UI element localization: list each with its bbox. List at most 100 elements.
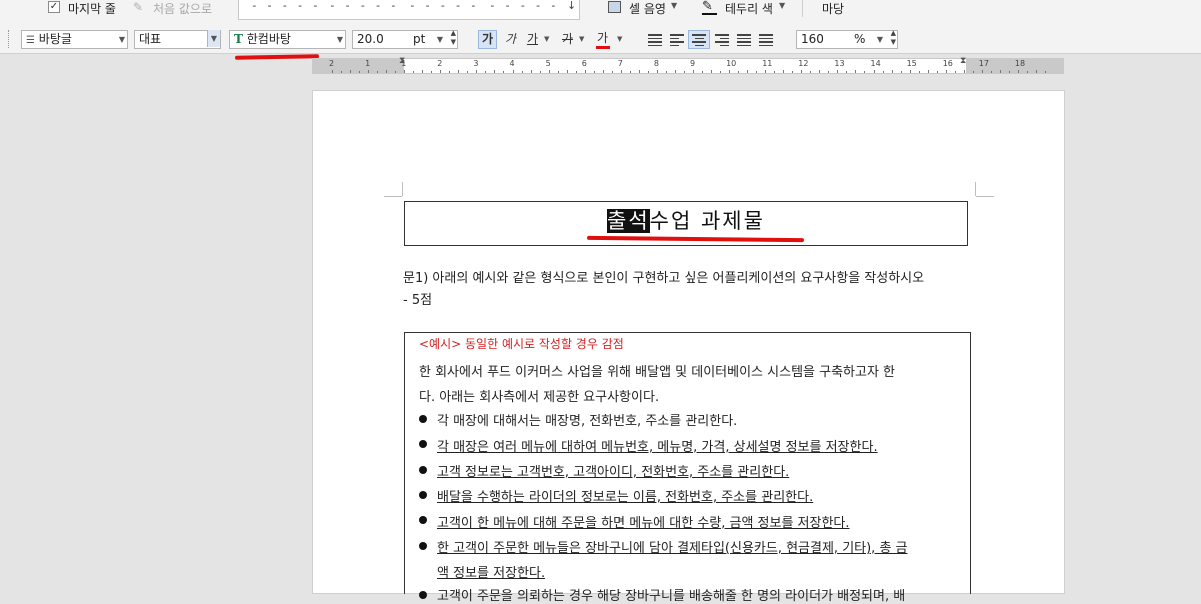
style-icon: ☰ bbox=[26, 35, 35, 46]
ruler-number: 17 bbox=[978, 59, 989, 68]
last-row-checkbox[interactable]: ✓ bbox=[48, 1, 60, 13]
ruler-number: 2 bbox=[437, 59, 443, 68]
ruler-tick bbox=[602, 70, 604, 73]
bullet-item[interactable]: 고객이 한 메뉴에 대해 주문을 하면 메뉴에 대한 수량, 금액 정보를 저장… bbox=[437, 512, 850, 531]
ruler-number: 1 bbox=[365, 59, 371, 68]
zoom-unit: % bbox=[854, 32, 866, 46]
bullet-continuation[interactable]: 액 정보를 저장한다. bbox=[437, 562, 545, 581]
ruler-number: 4 bbox=[509, 59, 515, 68]
bullet-item[interactable]: 고객 정보로는 고객번호, 고객아이디, 전화번호, 주소를 관리한다. bbox=[437, 461, 789, 480]
ruler-tick bbox=[377, 71, 379, 73]
bullet-item[interactable]: 각 매장은 여러 메뉴에 대하여 메뉴번호, 메뉴명, 가격, 상세설명 정보를… bbox=[437, 436, 878, 455]
right-indent-marker-icon[interactable]: ⧗ bbox=[960, 56, 966, 66]
ruler-tick bbox=[765, 70, 767, 73]
ruler-number: 6 bbox=[581, 59, 587, 68]
ruler-tick bbox=[422, 70, 424, 73]
ruler-left-margin bbox=[312, 58, 404, 74]
gallery-sample[interactable]: - - - - - bbox=[329, 0, 398, 12]
chevron-down-icon[interactable]: ▼ bbox=[671, 1, 677, 10]
ruler-tick bbox=[593, 71, 595, 73]
ruler-tick bbox=[846, 71, 848, 73]
ruler-tick bbox=[1008, 71, 1010, 73]
paragraph-select[interactable]: 대표 ▼ bbox=[134, 30, 221, 49]
margin-label[interactable]: 마당 bbox=[822, 0, 844, 17]
bullet-dot bbox=[419, 466, 427, 474]
reset-icon: ✎ bbox=[133, 0, 144, 14]
align-right-icon[interactable] bbox=[715, 34, 729, 46]
zoom-input[interactable]: 160 % ▼ ▲ ▼ bbox=[796, 29, 898, 49]
reset-button[interactable]: 처음 값으로 bbox=[153, 0, 212, 17]
chevron-down-icon[interactable]: ▼ bbox=[579, 35, 584, 43]
pen-icon[interactable]: ✎ bbox=[702, 0, 713, 14]
cell-shade-icon[interactable] bbox=[608, 1, 621, 13]
justify-icon[interactable] bbox=[648, 34, 662, 46]
chevron-down-icon[interactable]: ▼ bbox=[779, 1, 785, 10]
paragraph-select-value: 대표 bbox=[139, 32, 162, 46]
title-text-rest[interactable]: 수업 과제물 bbox=[650, 209, 765, 233]
question-line-1[interactable]: 문1) 아래의 예시와 같은 형식으로 본인이 구현하고 싶은 어플리케이션의 … bbox=[403, 267, 924, 286]
example-header[interactable]: <예시> 동일한 예시로 작성할 경우 감점 bbox=[419, 335, 624, 352]
chevron-down-icon[interactable]: ▼ bbox=[617, 35, 622, 43]
document-title[interactable]: 출석수업 과제물 bbox=[404, 205, 968, 235]
table-style-gallery[interactable]: - - - - - - - - - - - - - - - - - - - - … bbox=[238, 0, 580, 20]
ruler-tick bbox=[693, 70, 694, 73]
bold-button[interactable]: 가 bbox=[478, 30, 497, 49]
ruler-tick bbox=[629, 71, 631, 73]
ruler-number: 15 bbox=[906, 59, 917, 68]
ruler-tick bbox=[702, 71, 704, 73]
bullet-item[interactable]: 한 고객이 주문한 메뉴들은 장바구니에 담아 결제타입(신용카드, 현금결제,… bbox=[437, 537, 908, 556]
last-row-label[interactable]: 마지막 줄 bbox=[68, 0, 116, 17]
font-select[interactable]: T 한컴바탕 ▼ bbox=[229, 30, 346, 49]
ruler-tick bbox=[395, 71, 397, 73]
ruler-tick bbox=[557, 71, 559, 73]
style-select-value: 바탕글 bbox=[38, 32, 72, 46]
distribute-icon[interactable] bbox=[737, 34, 751, 46]
intro-line-1[interactable]: 한 회사에서 푸드 이커머스 사업을 위해 배달앱 및 데이터베이스 시스템을 … bbox=[419, 361, 895, 380]
ruler-tick bbox=[891, 70, 893, 73]
gallery-sample[interactable]: - - - - - bbox=[251, 0, 320, 12]
ruler-tick bbox=[828, 71, 830, 73]
ruler-number: 2 bbox=[329, 59, 335, 68]
align-left-icon[interactable] bbox=[670, 34, 684, 46]
ruler-tick bbox=[611, 71, 613, 73]
bullet-item-partial[interactable]: 고객이 주문을 의뢰하는 경우 해당 장바구니를 배송해줄 한 명의 라이더가 … bbox=[437, 585, 905, 604]
bullet-item[interactable]: 각 매장에 대해서는 매장명, 전화번호, 주소를 관리한다. bbox=[437, 410, 737, 429]
indent-marker-icon[interactable]: ⧗ bbox=[399, 56, 405, 66]
border-color-label[interactable]: 테두리 색 bbox=[725, 0, 773, 17]
title-selected-text[interactable]: 출석 bbox=[607, 209, 650, 233]
formatting-toolbar: ☰ 바탕글 ▼ 대표 ▼ T 한컴바탕 ▼ 20.0 pt ▼ ▲ ▼ 가 가 가… bbox=[0, 26, 1201, 60]
spin-arrows-icon[interactable]: ▲ ▼ bbox=[451, 29, 456, 47]
ruler-tick bbox=[332, 70, 333, 73]
divide-icon[interactable] bbox=[759, 34, 773, 46]
gallery-sample[interactable]: - - - - - bbox=[489, 0, 558, 12]
font-size-input[interactable]: 20.0 pt ▼ ▲ ▼ bbox=[352, 29, 458, 49]
question-line-2[interactable]: - 5점 bbox=[403, 289, 432, 308]
ruler-tick bbox=[1044, 71, 1046, 73]
ribbon-top-row: ✓ 마지막 줄 ✎ 처음 값으로 - - - - - - - - - - - -… bbox=[0, 0, 1201, 26]
ruler-tick bbox=[440, 70, 442, 73]
italic-button[interactable]: 가 bbox=[501, 30, 520, 49]
ruler-tick bbox=[729, 70, 731, 73]
gallery-scroll-icon[interactable]: ↓ bbox=[567, 0, 576, 12]
spin-arrows-icon[interactable]: ▲ ▼ bbox=[891, 29, 896, 47]
chevron-down-icon: ▼ bbox=[207, 30, 220, 47]
crop-mark bbox=[384, 196, 402, 197]
ruler-tick bbox=[368, 70, 370, 73]
ruler-tick bbox=[756, 71, 758, 73]
ruler-number: 12 bbox=[798, 59, 809, 68]
chevron-down-icon[interactable]: ▼ bbox=[544, 35, 549, 43]
style-select[interactable]: ☰ 바탕글 ▼ bbox=[21, 30, 128, 49]
bullet-item[interactable]: 배달을 수행하는 라이더의 정보로는 이름, 전화번호, 주소를 관리한다. bbox=[437, 486, 813, 505]
chevron-down-icon: ▼ bbox=[876, 35, 883, 44]
font-size-unit: pt bbox=[413, 32, 426, 46]
underline-button[interactable]: 가 bbox=[523, 30, 542, 49]
gallery-sample[interactable]: - - - - - bbox=[409, 0, 478, 12]
ruler-number: 14 bbox=[870, 59, 881, 68]
cell-shade-label[interactable]: 셀 음영 bbox=[629, 0, 666, 17]
ruler-tick bbox=[503, 71, 505, 73]
intro-line-2[interactable]: 다. 아래는 회사측에서 제공한 요구사항이다. bbox=[419, 386, 659, 405]
chevron-down-icon: ▼ bbox=[118, 35, 125, 44]
ruler-tick bbox=[720, 71, 722, 73]
border-color-swatch bbox=[702, 13, 717, 15]
strikethrough-button[interactable]: 가 bbox=[558, 30, 577, 49]
